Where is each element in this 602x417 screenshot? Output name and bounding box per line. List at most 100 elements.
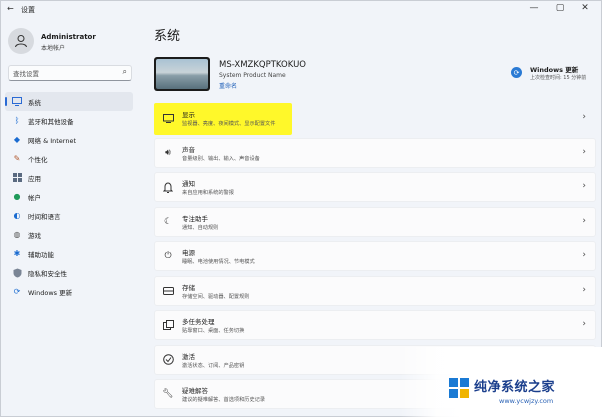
apps-icon	[12, 173, 22, 183]
chevron-right-icon: ›	[582, 181, 586, 191]
setting-display[interactable]: 显示 监视器、亮度、夜间模式、显示配置文件 ›	[154, 103, 596, 133]
setting-desc: 睡眠、电池使用情况、节电模式	[182, 259, 255, 265]
chevron-right-icon: ›	[582, 112, 586, 122]
brush-icon: ✎	[13, 154, 21, 163]
setting-title: 存储	[182, 283, 195, 292]
sidebar-item-label: 帐户	[28, 193, 41, 202]
sidebar-item-accessibility[interactable]: ✱ 辅助功能	[5, 244, 133, 263]
sidebar-item-label: 蓝牙和其他设备	[28, 117, 74, 126]
setting-sound[interactable]: 🔊︎ 声音 音量级别、输出、输入、声音设备 ›	[154, 137, 596, 168]
search-input[interactable]	[13, 68, 113, 79]
window-title: 设置	[21, 6, 35, 14]
profile-account-type: 本地帐户	[41, 45, 66, 52]
rename-link[interactable]: 重命名	[219, 81, 237, 90]
watermark-url: www.ycwjzy.com	[499, 397, 554, 405]
moon-icon: ☾	[163, 216, 173, 227]
sidebar-item-label: 时间和语言	[28, 212, 61, 221]
windows-update-subtitle: 上次检查时间: 15 分钟前	[530, 75, 587, 81]
setting-title: 通知	[182, 180, 195, 188]
setting-desc: 音量级别、输出、输入、声音设备	[182, 155, 260, 162]
setting-multitasking[interactable]: 多任务处理 贴靠窗口、桌面、任务切换 ›	[154, 310, 596, 340]
bluetooth-icon: ᛒ	[14, 116, 20, 125]
chevron-right-icon: ›	[582, 284, 586, 295]
gamepad-icon: ◍	[13, 230, 21, 239]
watermark-brand: 纯净系统之家	[474, 380, 556, 395]
setting-desc: 通知、自动规则	[182, 224, 219, 231]
sidebar-item-label: 隐私和安全性	[28, 269, 67, 278]
monitor-icon	[162, 112, 174, 124]
page-title: 系统	[154, 29, 181, 44]
sidebar-item-system[interactable]: 系统	[5, 92, 133, 111]
speaker-icon: 🔊︎	[165, 147, 171, 158]
wrench-icon: 🔧︎	[162, 389, 174, 399]
chevron-right-icon: ›	[582, 319, 586, 329]
setting-title: 显示	[182, 111, 195, 119]
sidebar-item-label: 游戏	[28, 231, 41, 240]
windows-update-icon[interactable]: ⟳	[511, 67, 522, 78]
setting-title: 疑难解答	[182, 387, 208, 395]
sidebar-item-privacy[interactable]: 隐私和安全性	[5, 263, 133, 282]
setting-power[interactable]: ⏻ 电源 睡眠、电池使用情况、节电模式 ›	[154, 241, 596, 271]
update-icon: ⟳	[13, 287, 21, 296]
wallpaper-preview	[156, 59, 208, 89]
setting-desc: 激活状态、订阅、产品密钥	[182, 362, 245, 369]
sidebar-item-label: 网络 & Internet	[28, 136, 77, 145]
setting-desc: 来自应用和系统的警报	[182, 190, 234, 196]
sidebar-item-personalization[interactable]: ✎ 个性化	[5, 149, 133, 168]
setting-desc: 监视器、亮度、夜间模式、显示配置文件	[182, 121, 276, 127]
setting-desc: 建议的疑难解答、首选项和历史记录	[182, 397, 266, 403]
back-arrow-icon[interactable]: ←	[7, 4, 14, 13]
setting-notifications[interactable]: 通知 来自应用和系统的警报 ›	[154, 172, 596, 202]
chevron-right-icon: ›	[582, 215, 586, 226]
sidebar-item-label: Windows 更新	[28, 288, 73, 297]
sidebar-item-label: 个性化	[28, 155, 48, 164]
close-button[interactable]: ✕	[575, 3, 595, 13]
setting-storage[interactable]: 存储 存储空间、驱动器、配置规则 ›	[154, 275, 596, 306]
profile-name: Administrator	[41, 33, 96, 41]
setting-title: 声音	[182, 145, 195, 154]
check-circle-icon	[162, 354, 174, 366]
power-icon: ⏻	[164, 251, 172, 261]
multitask-icon	[162, 319, 174, 331]
minimize-button[interactable]: —	[524, 3, 544, 13]
sidebar-item-windows-update[interactable]: ⟳ Windows 更新	[5, 282, 133, 301]
sidebar-item-bluetooth[interactable]: ᛒ 蓝牙和其他设备	[5, 111, 133, 130]
bell-icon	[162, 181, 174, 193]
setting-focus-assist[interactable]: ☾ 专注助手 通知、自动规则 ›	[154, 206, 596, 237]
sidebar-item-label: 系统	[28, 98, 41, 107]
avatar[interactable]	[8, 28, 34, 54]
setting-title: 专注助手	[182, 214, 208, 223]
maximize-button[interactable]: ▢	[550, 3, 570, 13]
windows-update-title[interactable]: Windows 更新	[530, 64, 578, 74]
sidebar-item-accounts[interactable]: ● 帐户	[5, 187, 133, 206]
device-name: MS-XMZKQPTKOKUO	[219, 60, 306, 70]
sidebar-item-time-language[interactable]: ◐ 时间和语言	[5, 206, 133, 225]
setting-title: 电源	[182, 249, 195, 257]
display-icon	[12, 97, 22, 107]
sidebar-item-label: 应用	[28, 174, 41, 183]
setting-title: 激活	[182, 352, 195, 361]
chevron-right-icon: ›	[582, 146, 586, 157]
windows-logo-icon	[449, 378, 469, 398]
chevron-right-icon: ›	[582, 250, 586, 260]
title-bar: ← 设置 — ▢ ✕	[1, 1, 601, 19]
person-icon: ●	[13, 192, 21, 201]
setting-title: 多任务处理	[182, 318, 215, 326]
globe-icon: ◐	[13, 211, 21, 220]
search-icon[interactable]: ⌕	[123, 67, 127, 77]
sidebar-item-network[interactable]: ◆ 网络 & Internet	[5, 130, 133, 149]
shield-icon	[12, 268, 22, 278]
sidebar-item-gaming[interactable]: ◍ 游戏	[5, 225, 133, 244]
device-model: System Product Name	[219, 72, 286, 79]
device-thumbnail	[154, 57, 210, 91]
accessibility-icon: ✱	[13, 249, 21, 258]
setting-desc: 存储空间、驱动器、配置规则	[182, 293, 250, 300]
sidebar-nav: 系统 ᛒ 蓝牙和其他设备 ◆ 网络 & Internet ✎ 个性化 应用 ● …	[5, 92, 135, 301]
storage-icon	[162, 285, 174, 297]
network-icon: ◆	[13, 135, 21, 144]
search-box[interactable]: ⌕	[8, 65, 132, 81]
sidebar-item-apps[interactable]: 应用	[5, 168, 133, 187]
sidebar-item-label: 辅助功能	[28, 250, 54, 259]
settings-window: ← 设置 — ▢ ✕ Administrator 本地帐户 ⌕ 系统 ᛒ 蓝牙和…	[0, 0, 602, 417]
setting-desc: 贴靠窗口、桌面、任务切换	[182, 328, 245, 334]
